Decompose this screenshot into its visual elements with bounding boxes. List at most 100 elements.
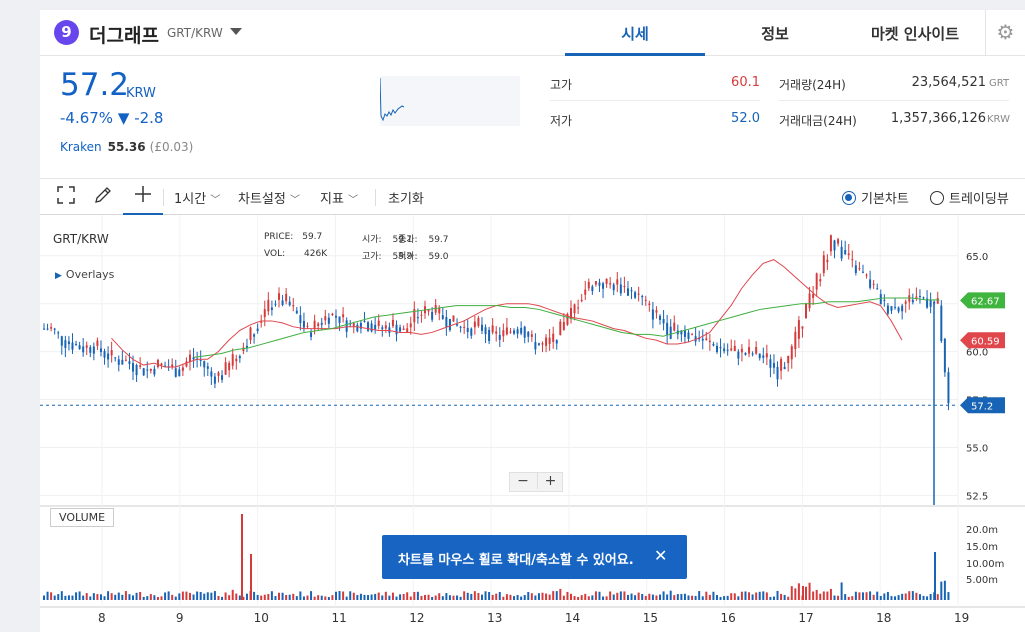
volume-bar — [448, 595, 451, 600]
candle-body — [659, 315, 662, 320]
ohlc-high-label: 고가: — [362, 252, 382, 262]
volume-bar — [210, 592, 213, 600]
tradingview-radio[interactable]: 트레이딩뷰 — [930, 188, 1009, 207]
pencil-icon[interactable] — [93, 185, 113, 209]
fullscreen-icon[interactable] — [56, 185, 76, 209]
down-arrow-icon: ▼ — [117, 109, 130, 127]
volume-bar — [317, 595, 320, 600]
candle-body — [356, 324, 359, 332]
candle-body — [719, 347, 722, 349]
candle-body — [918, 296, 921, 298]
crosshair-icon[interactable] — [133, 184, 153, 208]
volume-bar — [82, 595, 85, 600]
volume-bar — [135, 592, 138, 600]
candle-body — [940, 305, 943, 342]
volume-bar — [644, 595, 647, 600]
candle-body — [594, 281, 597, 285]
candle-body — [132, 363, 135, 372]
volume-bar — [805, 586, 808, 600]
coin-name[interactable]: 더그래프 — [89, 21, 159, 48]
chart-settings-select[interactable]: 차트설정 ﹀ — [238, 188, 300, 207]
candle-body — [381, 327, 384, 330]
close-icon[interactable]: ✕ — [654, 546, 667, 565]
candle-body — [491, 325, 494, 333]
volume-bar — [295, 596, 298, 600]
candle-body — [894, 306, 897, 308]
interval-select[interactable]: 1시간 ﹀ — [174, 188, 220, 207]
tab-market-insight[interactable]: 마켓 인사이트 — [845, 23, 985, 44]
candle-body — [89, 347, 92, 353]
volume-bar — [445, 593, 448, 600]
volume-bar — [57, 594, 60, 600]
basic-chart-radio[interactable]: 기본차트 — [842, 188, 909, 207]
volume-bar — [302, 596, 305, 600]
amount-unit: KRW — [987, 114, 1010, 125]
ma-long-line — [193, 297, 940, 358]
indicators-select[interactable]: 지표 ﹀ — [320, 188, 358, 207]
amount-value: 1,357,366,126 — [890, 111, 986, 126]
volume-bar — [822, 591, 825, 600]
candle-body — [203, 361, 206, 368]
volume-bar — [523, 595, 526, 600]
volume-bar — [815, 589, 818, 600]
price-tick-label: 60.0 — [966, 348, 988, 359]
volume-bar — [498, 591, 501, 600]
time-tick-label: 12 — [409, 611, 424, 625]
volume-bar — [441, 596, 444, 600]
indicators-label: 지표 — [320, 192, 344, 207]
tab-price[interactable]: 시세 — [565, 23, 705, 44]
candle-body — [470, 328, 473, 336]
overlays-label: Overlays — [65, 268, 115, 281]
candle-body — [249, 327, 252, 341]
volume-bar — [911, 591, 914, 600]
zoom-out-button[interactable]: − — [510, 473, 536, 489]
volume-bar — [513, 596, 516, 600]
volume-bar — [274, 596, 277, 600]
candle-body — [837, 239, 840, 244]
gear-icon[interactable]: ⚙ — [985, 10, 1025, 56]
volume-bar — [466, 592, 469, 600]
volume-bar — [132, 595, 135, 600]
volume-bar — [687, 595, 690, 600]
volume-bar — [473, 591, 476, 600]
volume-bar — [263, 594, 266, 600]
candle-body — [363, 320, 366, 322]
volume-bar — [203, 593, 206, 600]
candle-body — [537, 343, 540, 345]
candle-body — [117, 359, 120, 365]
volume-bar — [612, 594, 615, 600]
reset-button[interactable]: 초기화 — [388, 188, 424, 207]
candle-body — [370, 323, 373, 332]
candle-body — [253, 334, 256, 337]
candle-body — [463, 326, 466, 328]
ohlc-open-label: 시가: — [362, 235, 382, 245]
candle-body — [509, 331, 512, 333]
exchange-ticker[interactable]: Kraken 55.36 (£0.03) — [60, 140, 193, 154]
volume-bar — [153, 595, 156, 600]
candle-body — [587, 281, 590, 289]
price-unit: KRW — [126, 86, 156, 101]
volume-bar — [651, 594, 654, 600]
volume-bar — [915, 592, 918, 600]
exchange-price: 55.36 — [107, 140, 146, 154]
zoom-in-button[interactable]: + — [537, 473, 563, 489]
candle-body — [819, 279, 822, 282]
volume-bar — [89, 596, 92, 600]
time-tick-label: 19 — [954, 611, 969, 625]
overlays-toggle[interactable]: ▶ Overlays — [55, 268, 114, 281]
candle-body — [185, 361, 188, 367]
tab-info[interactable]: 정보 — [705, 23, 845, 44]
volume-bar — [178, 593, 181, 600]
volume-bar — [726, 595, 729, 600]
divider — [779, 100, 1009, 101]
candle-body — [626, 288, 629, 296]
ohlc-vol-label: VOL: — [264, 249, 286, 259]
volume-bar — [655, 595, 658, 600]
candle-body — [530, 334, 533, 337]
chevron-down-icon[interactable] — [230, 28, 242, 35]
candle-body — [285, 293, 288, 302]
candle-body — [374, 324, 377, 330]
candle-body — [92, 346, 95, 354]
volume-bar — [883, 593, 886, 600]
volume-bar — [320, 595, 323, 600]
